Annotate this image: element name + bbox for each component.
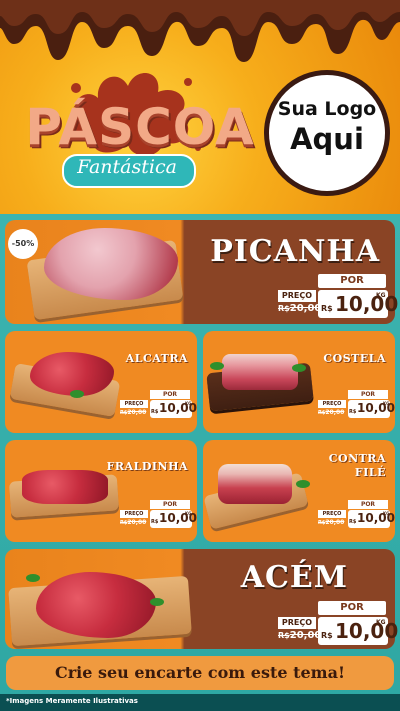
herb-garnish-icon	[150, 598, 164, 606]
logo-text-line1: Sua Logo	[277, 98, 377, 120]
por-label: POR	[318, 601, 386, 615]
old-price: R$20,00	[278, 303, 321, 314]
product-name-line2: FILÉ	[354, 466, 386, 479]
price-currency: R$	[151, 409, 159, 415]
price-value: 10,00	[335, 619, 399, 643]
page-subtitle: Fantástica	[77, 156, 177, 178]
cta-banner[interactable]: Crie seu encarte com este tema!	[6, 656, 394, 690]
herb-garnish-icon	[26, 574, 40, 582]
picanha-meat-image	[44, 228, 178, 300]
herb-garnish-icon	[70, 390, 84, 398]
price-currency: R$	[349, 409, 357, 415]
preco-label: PREÇO	[278, 617, 316, 629]
product-name: PICANHA	[210, 234, 380, 269]
product-name: ACÉM	[240, 560, 348, 595]
price-value: 10,00	[335, 292, 399, 316]
logo-text-line2: Aqui	[290, 122, 364, 156]
old-price: R$20,00	[120, 519, 146, 526]
old-price: R$20,00	[318, 519, 344, 526]
price-currency: R$	[321, 304, 333, 313]
old-price-currency: R$	[278, 631, 290, 640]
old-price-currency: R$	[278, 304, 290, 313]
herb-garnish-icon	[296, 480, 310, 488]
preco-label: PREÇO	[120, 400, 148, 408]
preco-label: PREÇO	[318, 400, 346, 408]
footer-disclaimer: *Imagens Meramente Ilustrativas	[6, 697, 138, 705]
product-name: ALCATRA	[125, 352, 188, 365]
flyer: PÁSCOA Fantástica Sua Logo Aqui -50% PIC…	[0, 0, 400, 711]
price-currency: R$	[349, 519, 357, 525]
por-label: POR	[318, 274, 386, 288]
herb-garnish-icon	[210, 362, 224, 370]
old-price-value: 20,00	[325, 409, 345, 416]
preco-label: PREÇO	[278, 290, 316, 302]
price-unit: KG	[383, 511, 390, 516]
old-price-value: 20,00	[127, 519, 147, 526]
old-price-value: 20,00	[325, 519, 345, 526]
preco-label: PREÇO	[120, 510, 148, 518]
herb-garnish-icon	[292, 364, 306, 372]
price-currency: R$	[151, 519, 159, 525]
discount-badge: -50%	[8, 229, 38, 259]
price-unit: KG	[185, 401, 192, 406]
contra-file-meat-image	[218, 464, 292, 504]
header-banner: PÁSCOA Fantástica Sua Logo Aqui	[0, 0, 400, 214]
old-price: R$20,00	[278, 630, 321, 641]
old-price-value: 20,00	[289, 303, 322, 314]
fraldinha-meat-image	[22, 470, 108, 504]
product-name: COSTELA	[323, 352, 386, 365]
old-price-value: 20,00	[289, 630, 322, 641]
price-unit: KG	[185, 511, 192, 516]
alcatra-meat-image	[30, 352, 114, 396]
page-title: PÁSCOA	[25, 98, 255, 156]
old-price: R$20,00	[120, 409, 146, 416]
price-unit: KG	[376, 619, 386, 626]
product-name: FRALDINHA	[106, 460, 188, 473]
old-price: R$20,00	[318, 409, 344, 416]
product-name-line1: CONTRA	[328, 452, 386, 465]
preco-label: PREÇO	[318, 510, 346, 518]
old-price-value: 20,00	[127, 409, 147, 416]
por-label: POR	[150, 500, 190, 509]
por-label: POR	[150, 390, 190, 399]
acem-meat-image	[36, 572, 156, 638]
price-unit: KG	[383, 401, 390, 406]
por-label: POR	[348, 500, 388, 509]
price-unit: KG	[376, 292, 386, 299]
price-currency: R$	[321, 631, 333, 640]
costela-meat-image	[222, 354, 298, 390]
por-label: POR	[348, 390, 388, 399]
